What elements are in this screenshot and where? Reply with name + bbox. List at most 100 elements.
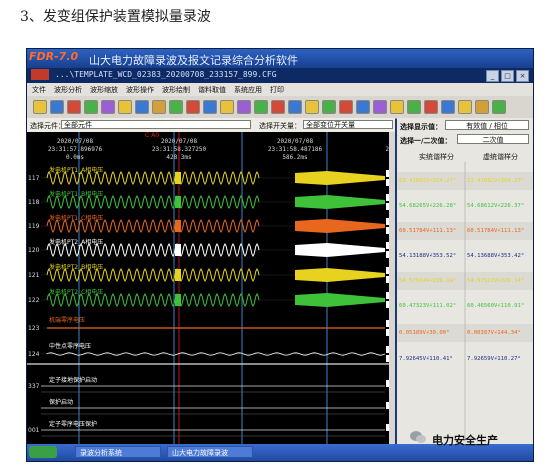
analog-channel[interactable]: 发电机PT2_A相电压120 xyxy=(28,238,393,258)
real-value: 60.51784V∠111.13° xyxy=(399,228,456,234)
analog-channel[interactable]: 发电机PT2_B相电压121 xyxy=(28,263,393,283)
toolbar-button-20[interactable] xyxy=(356,100,370,114)
cursor-time: 23:31:58.487186 xyxy=(268,146,323,153)
channel-name: 机端零序电压 xyxy=(49,316,85,324)
column-imag-header: 虚统谐样分 xyxy=(483,153,518,161)
real-value: 54.57614V∠226.14° xyxy=(399,278,456,284)
toolbar-button-8[interactable] xyxy=(152,100,166,114)
toolbar-button-7[interactable] xyxy=(135,100,149,114)
toolbar-button-17[interactable] xyxy=(305,100,319,114)
analog-channel[interactable]: 发电机PT1_C相电压119 xyxy=(28,214,393,234)
toolbar-button-18[interactable] xyxy=(322,100,336,114)
toolbar-button-23[interactable] xyxy=(407,100,421,114)
menu-waveform-operation[interactable]: 波形操作 xyxy=(126,85,154,95)
channel-name: 中性点零序电压 xyxy=(49,342,91,350)
fault-burst xyxy=(175,244,181,256)
fault-burst xyxy=(175,269,181,281)
toolbar-button-21[interactable] xyxy=(373,100,387,114)
close-button[interactable]: × xyxy=(516,70,529,82)
real-value: 7.92645V∠110.41° xyxy=(399,356,453,362)
toolbar-button-26[interactable] xyxy=(458,100,472,114)
toolbar-button-11[interactable] xyxy=(203,100,217,114)
scale-value-select[interactable]: 二次值 xyxy=(457,134,529,144)
trip-block xyxy=(295,293,385,307)
app-titlebar: FDR-7.0 山大电力故障录波及报文记录综合分析软件 xyxy=(27,49,533,68)
menu-waveform-analysis[interactable]: 波形分析 xyxy=(54,85,82,95)
real-value: 0.05189V∠30.00° xyxy=(399,330,450,336)
display-value-select[interactable]: 有效值 / 相位 xyxy=(445,120,529,130)
analog-channel[interactable]: 机端零序电压 123 xyxy=(28,316,393,336)
channel-name: 保护启动 xyxy=(49,398,73,406)
vertical-scrollbar[interactable] xyxy=(389,132,395,444)
toolbar-button-6[interactable] xyxy=(118,100,132,114)
cursor-time: 23:31:57.896976 xyxy=(48,146,103,153)
toolbar-button-24[interactable] xyxy=(424,100,438,114)
analog-channel[interactable]: 中性点零序电压 124 xyxy=(28,342,393,362)
switch-select[interactable]: 全部变位开关量 xyxy=(303,120,393,129)
menu-print[interactable]: 打印 xyxy=(270,85,284,95)
toolbar-button-14[interactable] xyxy=(254,100,268,114)
imag-value: 7.92659V∠110.27° xyxy=(467,356,521,362)
start-button[interactable] xyxy=(29,446,57,458)
menu-harmonic-values[interactable]: 谐料取值 xyxy=(198,85,226,95)
imag-value: 54.68612V∠226.37° xyxy=(467,203,524,209)
fault-burst xyxy=(175,172,181,184)
menu-waveform-zoom[interactable]: 波形缩放 xyxy=(90,85,118,95)
channel-number: 123 xyxy=(28,325,40,332)
toolbar-button-4[interactable] xyxy=(84,100,98,114)
toolbar-button-2[interactable] xyxy=(50,100,64,114)
toolbar-button-13[interactable] xyxy=(237,100,251,114)
fault-burst xyxy=(175,220,181,232)
imag-value: 60.51784V∠111.13° xyxy=(467,228,524,234)
selection-bar: 选择元件： 全部元件 选择开关量： 全部变位开关量 xyxy=(27,118,395,132)
cursor-labels: 2020/07/0823:31:57.8969760.0ms2020/07/08… xyxy=(48,132,395,161)
minimize-button[interactable]: _ xyxy=(486,70,499,82)
toolbar-button-28[interactable] xyxy=(492,100,506,114)
toolbar-button-16[interactable] xyxy=(288,100,302,114)
toolbar-button-10[interactable] xyxy=(186,100,200,114)
maximize-button[interactable]: □ xyxy=(501,70,514,82)
toolbar-button-19[interactable] xyxy=(339,100,353,114)
toolbar-button-25[interactable] xyxy=(441,100,455,114)
toolbar-button-1[interactable] xyxy=(33,100,47,114)
imag-value: 0.00387V∠144.34° xyxy=(467,330,521,336)
channel-number: 122 xyxy=(28,297,40,304)
toolbar-button-22[interactable] xyxy=(390,100,404,114)
menu-waveform-draw[interactable]: 波形绘制 xyxy=(162,85,190,95)
menu-file[interactable]: 文件 xyxy=(32,85,46,95)
element-select-label: 选择元件： xyxy=(30,122,65,130)
real-value: 53.41892V∠354.27° xyxy=(399,178,456,184)
analog-channel[interactable]: 发电机PT1_B相电压118 xyxy=(28,190,393,210)
channel-number: 117 xyxy=(28,175,40,182)
app-title: 山大电力故障录波及报文记录综合分析软件 xyxy=(89,54,298,67)
real-value: 54.68265V∠226.28° xyxy=(399,203,456,209)
menu-system-apps[interactable]: 系统应用 xyxy=(234,85,262,95)
digital-channel[interactable]: 定子接地保护启动 337 xyxy=(28,376,393,393)
channel-number: 119 xyxy=(28,223,40,230)
toolbar-button-12[interactable] xyxy=(220,100,234,114)
toolbar-button-5[interactable] xyxy=(101,100,115,114)
digital-channel[interactable]: 保护启动 xyxy=(41,398,393,415)
trip-block xyxy=(295,243,385,257)
trip-block xyxy=(295,219,385,233)
analog-channel[interactable]: 发电机PT1_A相电压117 xyxy=(28,166,393,186)
real-value: 60.47323V∠111.02° xyxy=(399,303,456,309)
toolbar-button-15[interactable] xyxy=(271,100,285,114)
scale-value-label: 选择一/二次值： xyxy=(400,137,452,145)
cursor-date: 2020/07/08 xyxy=(57,138,94,145)
digital-channel[interactable]: 定子零序电压保护 001 xyxy=(28,420,393,437)
document-title: ...\TEMPLATE_WCD_02383_20200708_233157_8… xyxy=(55,70,277,79)
toolbar-button-27[interactable] xyxy=(475,100,489,114)
channel-number: 001 xyxy=(28,427,40,434)
toolbar-button-3[interactable] xyxy=(67,100,81,114)
document-icon xyxy=(31,69,49,80)
element-select[interactable]: 全部元件 xyxy=(61,120,251,129)
analog-channel[interactable]: 发电机PT2_C相电压122 xyxy=(28,288,393,308)
display-value-label: 选择显示值： xyxy=(400,123,442,131)
taskbar-item-recorder[interactable]: 山大电力故障录波 xyxy=(167,446,253,458)
taskbar-item-analysis[interactable]: 录波分析系统 xyxy=(75,446,161,458)
toolbar-button-9[interactable] xyxy=(169,100,183,114)
imag-value: 60.46560V∠110.91° xyxy=(467,303,524,309)
waveform-area[interactable]: 2020/07/0823:31:57.8969760.0ms2020/07/08… xyxy=(27,132,395,444)
channel-number: 121 xyxy=(28,272,40,279)
